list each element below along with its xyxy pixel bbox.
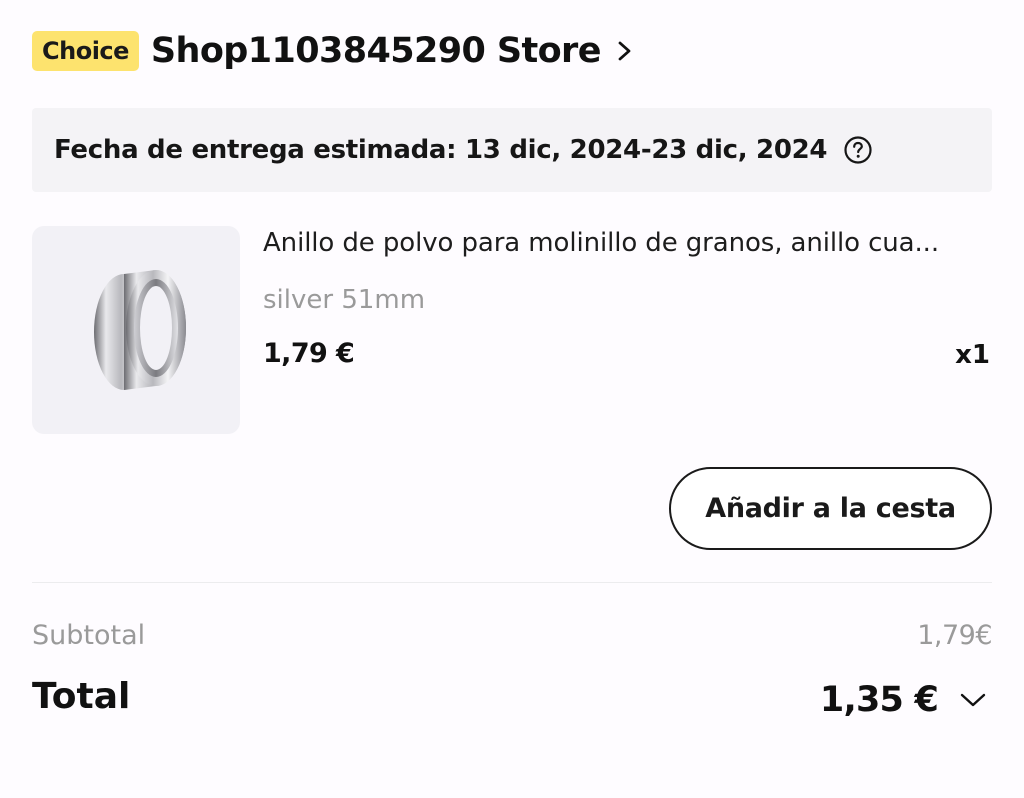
store-header[interactable]: Choice Shop1103845290 Store [32,24,635,78]
add-to-cart-button[interactable]: Añadir a la cesta [669,467,992,550]
order-summary-page: Choice Shop1103845290 Store Fecha de ent… [0,0,1024,798]
metal-ring-icon [94,270,186,390]
total-value: 1,35 € [819,680,939,720]
product-quantity: x1 [955,340,990,370]
product-variant: silver 51mm [263,285,426,315]
subtotal-value: 1,79€ [917,620,992,651]
subtotal-label: Subtotal [32,620,146,651]
divider [32,582,992,583]
total-toggle[interactable]: 1,35 € [820,676,988,724]
total-label: Total [32,676,131,717]
product-image[interactable] [32,226,240,434]
product-title[interactable]: Anillo de polvo para molinillo de granos… [263,228,993,258]
delivery-estimate-text: Fecha de entrega estimada: 13 dic, 2024-… [54,135,828,165]
question-circle-icon[interactable] [843,135,873,165]
delivery-estimate-banner: Fecha de entrega estimada: 13 dic, 2024-… [32,108,992,192]
chevron-right-icon[interactable] [615,37,635,65]
product-price: 1,79 € [263,338,355,369]
chevron-down-icon[interactable] [958,688,988,712]
choice-badge: Choice [32,31,139,71]
store-name[interactable]: Shop1103845290 Store [151,31,602,71]
